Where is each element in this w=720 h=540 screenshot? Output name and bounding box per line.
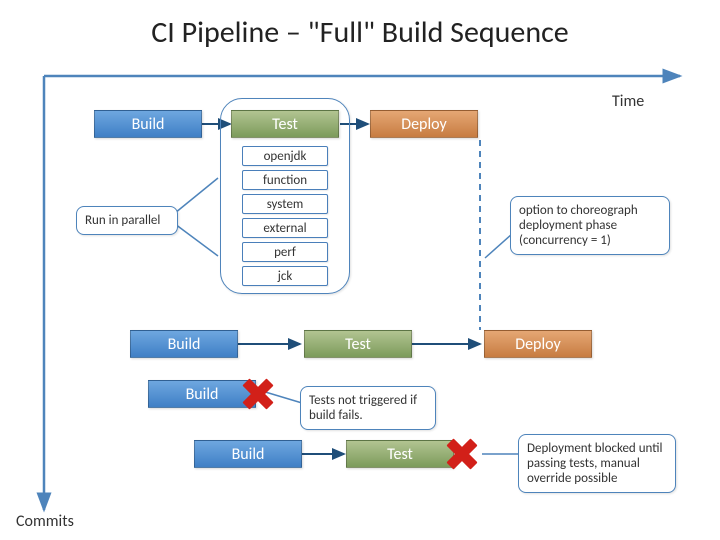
stage-build-row4: Build: [194, 440, 302, 468]
callout-run-parallel: Run in parallel: [76, 206, 178, 235]
stage-test-row2: Test: [304, 330, 412, 358]
test-sub-openjdk: openjdk: [242, 146, 328, 166]
callout-tests-not-triggered: Tests not triggered if build fails.: [300, 386, 436, 430]
x-icon-2: [444, 436, 480, 472]
test-sub-function: function: [242, 170, 328, 190]
callout-choreograph: option to choreograph deployment phase (…: [510, 196, 670, 255]
axis-label-commits: Commits: [16, 512, 74, 531]
stage-test: Test: [231, 110, 339, 138]
test-sub-external: external: [242, 218, 328, 238]
axis-label-time: Time: [612, 92, 644, 111]
stage-build-row2: Build: [130, 330, 238, 358]
test-sub-jck: jck: [242, 266, 328, 286]
x-icon: [240, 376, 276, 412]
stage-build: Build: [94, 110, 202, 138]
diagram-canvas: Time Commits Build Test openjdk function…: [0, 0, 720, 540]
test-sub-system: system: [242, 194, 328, 214]
stage-deploy: Deploy: [370, 110, 478, 138]
test-sub-perf: perf: [242, 242, 328, 262]
stage-deploy-row2: Deploy: [484, 330, 592, 358]
callout-deploy-blocked: Deployment blocked until passing tests, …: [518, 434, 676, 493]
stage-test-row4: Test: [346, 440, 454, 468]
